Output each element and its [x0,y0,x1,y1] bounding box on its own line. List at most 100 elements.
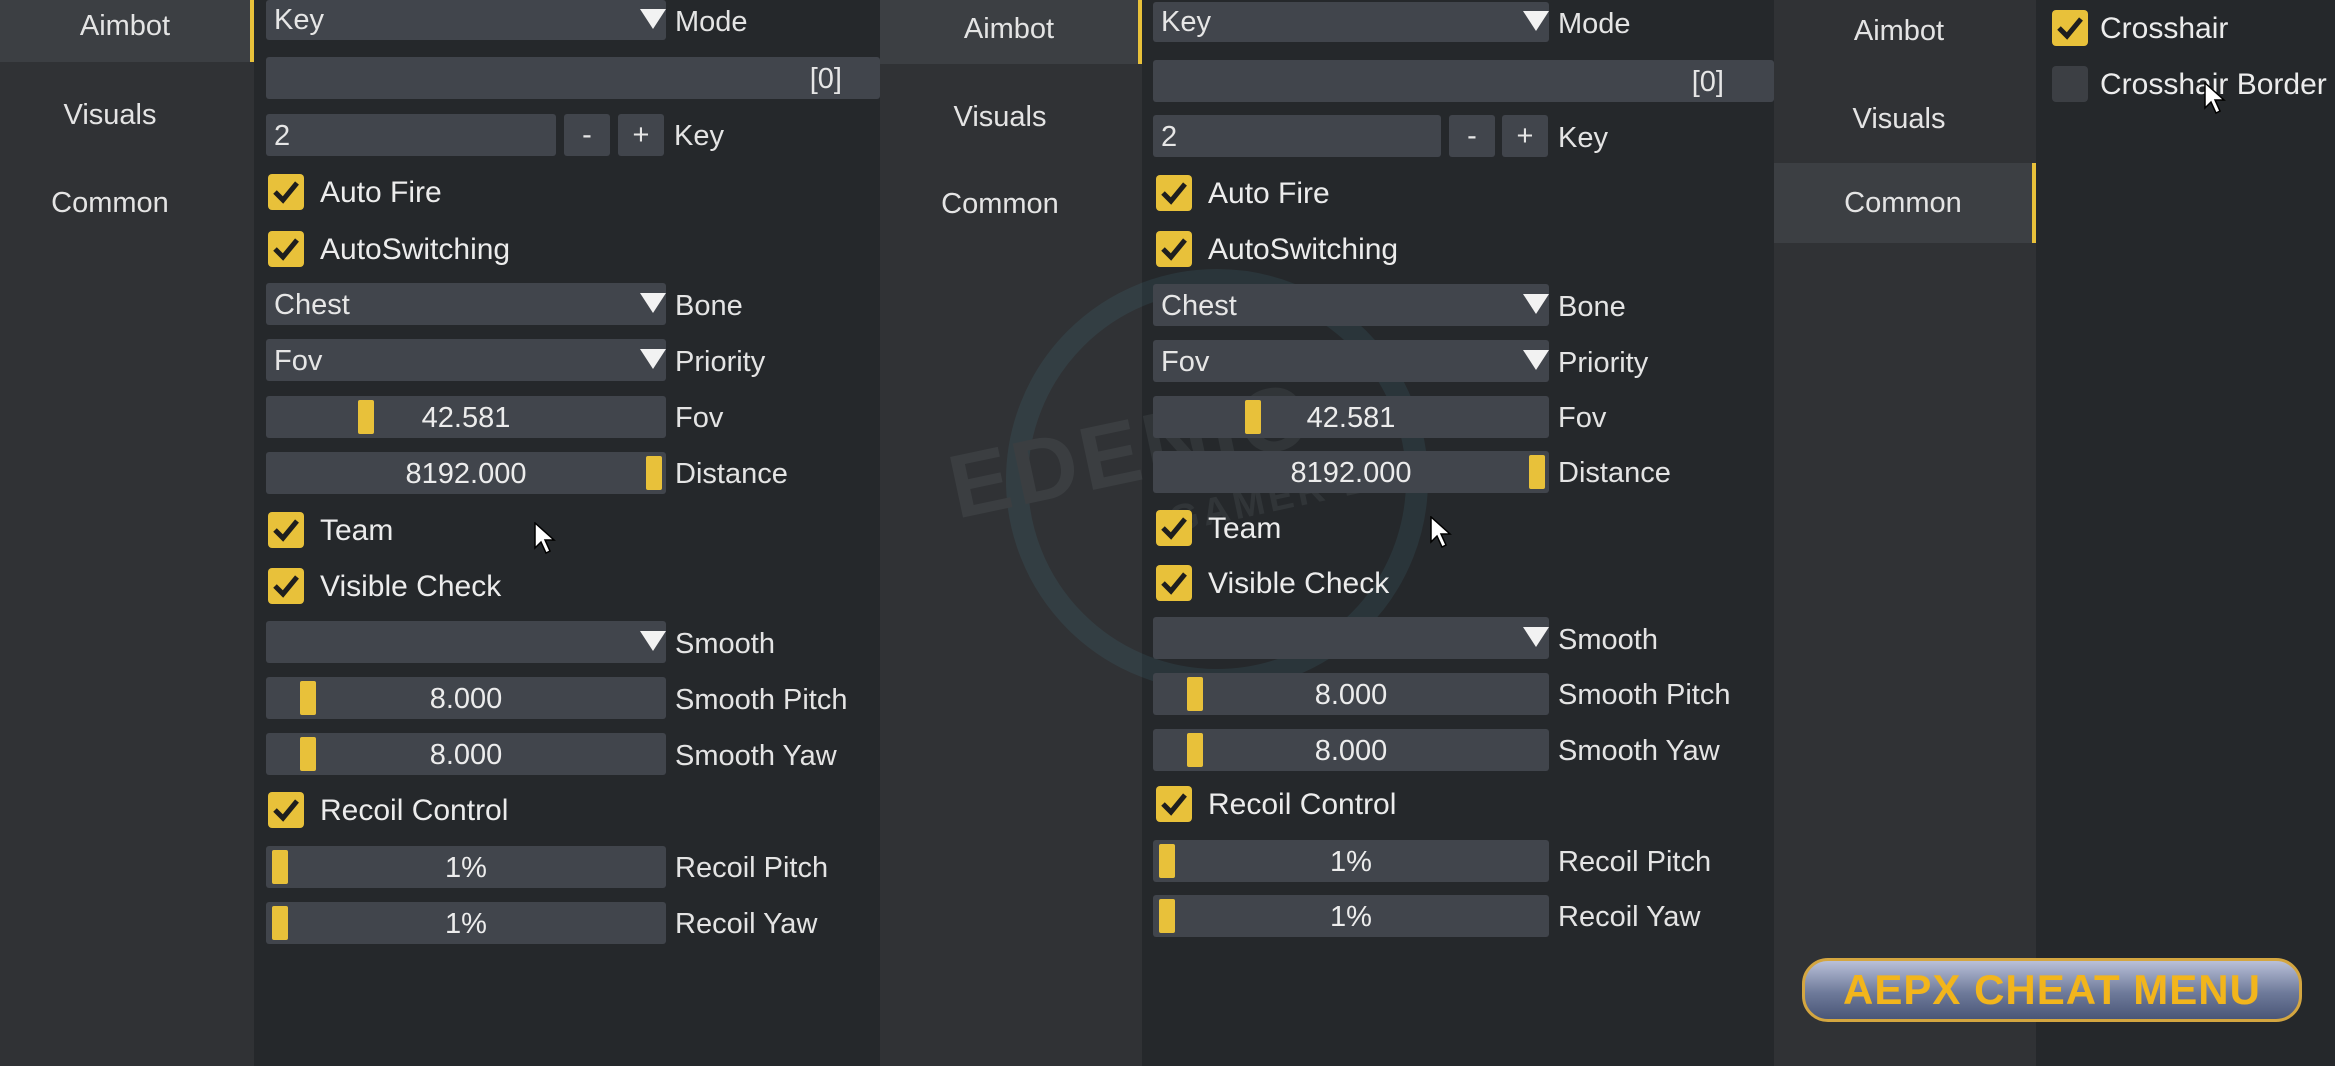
distance-slider[interactable]: 8192.000 [1153,451,1549,493]
tab-label: Common [1844,187,1962,219]
increment-button[interactable]: + [1502,115,1548,157]
fov-slider[interactable]: 42.581 [266,396,666,438]
recoil-control-checkbox[interactable] [1156,786,1192,822]
team-checkbox[interactable] [1156,510,1192,546]
key-array-value: [0] [809,63,842,95]
key-input-value: 2 [1161,121,1178,153]
mode-dropdown[interactable]: Key [266,0,666,40]
decrement-button[interactable]: - [1449,115,1495,157]
auto-switching-checkbox[interactable] [268,231,304,267]
mouse-cursor-icon [534,522,556,554]
smooth-pitch-slider[interactable]: 8.000 [1153,673,1549,715]
smooth-yaw-slider[interactable]: 8.000 [1153,729,1549,771]
smooth-yaw-value: 8.000 [429,739,503,771]
auto-fire-label: Auto Fire [320,176,442,209]
menu-screen-1: Aimbot Visuals Common Key Mode [0] 2 - +… [0,0,880,1066]
priority-label: Priority [675,346,766,378]
recoil-yaw-label: Recoil Yaw [675,908,818,940]
chevron-down-icon [640,9,666,29]
key-input-value: 2 [274,120,291,152]
check-icon [1161,572,1187,595]
visible-check-label: Visible Check [320,570,502,603]
bone-dropdown[interactable]: Chest [1153,284,1549,326]
aimbot-panel: Key Mode [0] 2 - + Key Auto Fire AutoSwi… [254,0,880,1066]
visible-check-checkbox[interactable] [1156,565,1192,601]
smooth-yaw-label: Smooth Yaw [1558,735,1720,767]
bone-dropdown[interactable]: Chest [266,283,666,325]
title-banner: AEPX CHEAT MENU [1802,958,2302,1022]
smooth-yaw-slider[interactable]: 8.000 [266,733,666,775]
recoil-control-label: Recoil Control [320,794,509,827]
chevron-down-icon [1523,627,1549,647]
key-array-field[interactable]: [0] [266,57,880,99]
smooth-dropdown[interactable] [266,621,666,663]
tab-label: Common [941,188,1059,220]
check-icon [273,799,299,822]
chevron-down-icon [1523,294,1549,314]
tab-common[interactable]: Common [1774,163,2036,243]
recoil-control-checkbox[interactable] [268,792,304,828]
tab-label: Visuals [63,99,157,131]
tab-aimbot[interactable]: Aimbot [0,0,254,62]
mouse-cursor-icon [2204,82,2226,114]
priority-dropdown[interactable]: Fov [266,339,666,381]
auto-switching-label: AutoSwitching [1208,233,1399,266]
priority-value: Fov [1161,346,1210,378]
mode-label: Mode [1558,8,1631,40]
tab-visuals[interactable]: Visuals [880,94,1120,140]
fov-value: 42.581 [1306,402,1396,434]
smooth-pitch-slider[interactable]: 8.000 [266,677,666,719]
key-array-field[interactable]: [0] [1153,60,1774,102]
smooth-dropdown[interactable] [1153,617,1549,659]
tab-common[interactable]: Common [0,180,220,226]
check-icon [273,519,299,542]
decrement-button[interactable]: - [564,114,610,156]
check-icon [2057,17,2083,40]
fov-label: Fov [675,402,724,434]
recoil-yaw-value: 1% [445,908,487,940]
distance-slider[interactable]: 8192.000 [266,452,666,494]
mode-dropdown[interactable]: Key [1153,2,1549,42]
key-input[interactable]: 2 [266,114,556,156]
sidebar: Aimbot Visuals Common [1774,0,2036,1066]
tab-label: Aimbot [963,13,1055,45]
smooth-label: Smooth [675,628,775,660]
tab-aimbot[interactable]: Aimbot [880,0,1142,64]
mode-value: Key [1161,6,1211,38]
smooth-pitch-value: 8.000 [429,683,503,715]
recoil-pitch-label: Recoil Pitch [675,852,829,884]
recoil-yaw-slider[interactable]: 1% [1153,895,1549,937]
key-input[interactable]: 2 [1153,115,1441,157]
tab-common[interactable]: Common [880,181,1120,227]
menu-screen-3: Aimbot Visuals Common Crosshair Crosshai… [1774,0,2335,1066]
increment-button[interactable]: + [618,114,664,156]
fov-slider[interactable]: 42.581 [1153,396,1549,438]
auto-fire-checkbox[interactable] [1156,175,1192,211]
priority-dropdown[interactable]: Fov [1153,340,1549,382]
auto-switching-label: AutoSwitching [320,233,511,266]
tab-visuals[interactable]: Visuals [0,92,220,138]
smooth-pitch-label: Smooth Pitch [675,684,848,716]
recoil-pitch-value: 1% [1330,846,1372,878]
recoil-pitch-slider[interactable]: 1% [266,846,666,888]
visible-check-checkbox[interactable] [268,568,304,604]
recoil-yaw-slider[interactable]: 1% [266,902,666,944]
visible-check-label: Visible Check [1208,567,1390,600]
tab-aimbot[interactable]: Aimbot [1774,8,2024,54]
chevron-down-icon [640,631,666,651]
auto-fire-checkbox[interactable] [268,174,304,210]
tab-visuals[interactable]: Visuals [1774,96,2024,142]
recoil-pitch-slider[interactable]: 1% [1153,840,1549,882]
check-icon [273,575,299,598]
auto-switching-checkbox[interactable] [1156,231,1192,267]
mouse-cursor-icon [1430,516,1452,548]
check-icon [1161,182,1187,205]
bone-value: Chest [274,289,350,321]
tab-label: Visuals [953,101,1047,133]
crosshair-border-checkbox[interactable] [2052,66,2088,102]
team-checkbox[interactable] [268,512,304,548]
crosshair-checkbox[interactable] [2052,10,2088,46]
key-array-value: [0] [1691,66,1724,98]
check-icon [1161,793,1187,816]
smooth-label: Smooth [1558,624,1658,656]
